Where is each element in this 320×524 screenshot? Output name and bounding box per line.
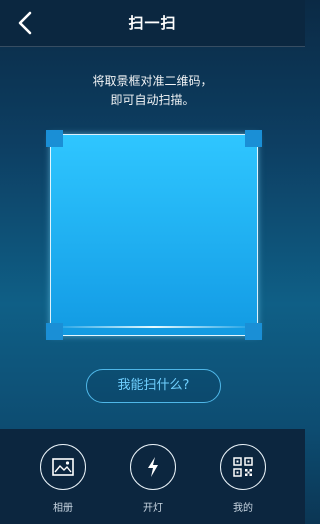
scan-corner-bottom-left bbox=[46, 323, 63, 340]
album-circle bbox=[40, 444, 86, 490]
scan-hint-line-1: 将取景框对准二维码， bbox=[92, 74, 213, 88]
scan-viewfinder bbox=[50, 134, 258, 336]
bottom-toolbar: 相册 开灯 我的 bbox=[0, 429, 305, 524]
what-can-i-scan-button[interactable]: 我能扫什么? bbox=[86, 369, 221, 403]
scan-frame bbox=[46, 130, 262, 340]
scan-hint-line-2: 即可自动扫描。 bbox=[110, 93, 195, 107]
scan-corner-top-right bbox=[245, 130, 262, 147]
scan-hint: 将取景框对准二维码， 即可自动扫描。 bbox=[0, 72, 305, 110]
scan-corner-bottom-right bbox=[245, 323, 262, 340]
my-qr-code-label: 我的 bbox=[233, 503, 253, 514]
album-label: 相册 bbox=[53, 503, 73, 514]
flash-icon bbox=[148, 457, 158, 477]
my-qr-code-circle bbox=[220, 444, 266, 490]
flashlight-button[interactable]: 开灯 bbox=[123, 444, 183, 514]
top-bar: 扫一扫 bbox=[0, 0, 305, 47]
image-icon bbox=[52, 458, 74, 476]
my-qr-code-button[interactable]: 我的 bbox=[213, 444, 273, 514]
album-button[interactable]: 相册 bbox=[33, 444, 93, 514]
page-title: 扫一扫 bbox=[128, 14, 177, 32]
flashlight-label: 开灯 bbox=[143, 503, 163, 514]
qr-code-icon bbox=[233, 457, 253, 477]
scan-corner-top-left bbox=[46, 130, 63, 147]
flashlight-circle bbox=[130, 444, 176, 490]
scan-line bbox=[50, 326, 258, 328]
